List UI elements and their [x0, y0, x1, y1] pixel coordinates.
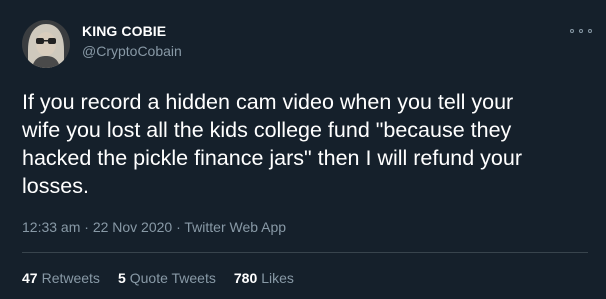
tweet-timestamp-source[interactable]: 12:33 am · 22 Nov 2020 · Twitter Web App — [22, 219, 286, 235]
tweet-stats: 47 Retweets 5 Quote Tweets 780 Likes — [22, 270, 294, 286]
retweets-stat[interactable]: 47 Retweets — [22, 270, 100, 286]
retweets-label: Retweets — [41, 270, 100, 286]
divider — [22, 252, 588, 253]
avatar[interactable] — [22, 20, 70, 68]
tweet-card: KING COBIE @CryptoCobain If you record a… — [0, 0, 606, 299]
dot — [579, 29, 583, 33]
author-name[interactable]: KING COBIE — [82, 23, 166, 39]
quote-tweets-count: 5 — [117, 270, 126, 286]
tweet-text: If you record a hidden cam video when yo… — [22, 90, 523, 198]
retweets-count: 47 — [22, 270, 38, 286]
avatar-photo-icon — [22, 20, 70, 68]
likes-label: Likes — [261, 270, 294, 286]
dot — [588, 29, 592, 33]
quote-tweets-stat[interactable]: 5 Quote Tweets — [118, 270, 216, 286]
author-handle[interactable]: @CryptoCobain — [82, 43, 182, 59]
dot — [570, 29, 574, 33]
quote-tweets-label: Quote Tweets — [129, 270, 216, 286]
more-options-icon[interactable] — [570, 24, 592, 38]
likes-stat[interactable]: 780 Likes — [234, 270, 294, 286]
likes-count: 780 — [233, 270, 258, 286]
